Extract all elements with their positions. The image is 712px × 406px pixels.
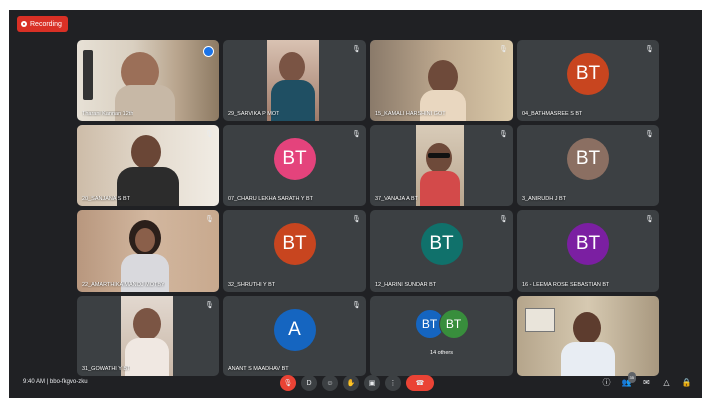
participant-name: 12_HARINI SUNDAR BT: [375, 282, 437, 288]
participant-video: [121, 296, 173, 376]
mic-muted-icon: 🎙: [499, 46, 508, 53]
participant-name: 04_BATHMASREE S BT: [522, 111, 583, 117]
mic-muted-icon: 🎙: [499, 131, 508, 138]
mic-muted-icon: 🎙: [645, 131, 654, 138]
participant-tile[interactable]: 🎙 31_GOWATHI Y BT: [77, 296, 219, 376]
participant-tile[interactable]: Tharani Kannan 12th: [77, 40, 219, 121]
others-tile[interactable]: BT BT 14 others: [370, 296, 513, 376]
participant-tile[interactable]: BT 🎙 3_ANIRUDH J BT: [517, 125, 659, 206]
participant-video: [267, 40, 319, 121]
participant-video: [77, 40, 219, 121]
present-icon[interactable]: ▣: [364, 375, 380, 391]
participant-name: Tharani Kannan 12th: [82, 111, 134, 117]
participant-tile[interactable]: BT 🎙 16 - LEEMA ROSE SEBASTIAN BT: [517, 210, 659, 292]
participant-tile[interactable]: 🎙 29_SARVIKA P MOT: [223, 40, 366, 121]
participant-video: [77, 210, 219, 292]
mic-muted-icon: 🎙: [499, 216, 508, 223]
participant-name: 37_VANAJA A BT: [375, 196, 419, 202]
others-avatars: BT BT: [414, 309, 469, 339]
host-controls-glyph: 🔒: [681, 378, 692, 387]
recording-label: Recording: [30, 20, 62, 28]
participant-name: 3_ANIRUDH J BT: [522, 196, 567, 202]
mic-muted-icon: 🎙: [205, 131, 214, 138]
participant-name: 22_AMARTHIKA MANOJ MOTBY: [82, 282, 165, 288]
participant-tile[interactable]: BT 🎙 04_BATHMASREE S BT: [517, 40, 659, 121]
participant-tile[interactable]: [517, 296, 659, 376]
raise-hand-icon[interactable]: ✋: [343, 375, 359, 391]
info-icon[interactable]: ⓘ: [601, 377, 612, 388]
participant-video: [517, 296, 659, 376]
leave-call-icon[interactable]: ☎: [406, 375, 434, 391]
mic-muted-icon: 🎙: [352, 131, 361, 138]
participant-tile[interactable]: BT 🎙 07_CHARU LEKHA SARATH Y BT: [223, 125, 366, 206]
participant-tile[interactable]: A 🎙 ANANT S MAADHAV BT: [223, 296, 366, 376]
recording-indicator: Recording: [17, 16, 68, 32]
people-icon[interactable]: 👥 35: [621, 372, 636, 388]
participant-name: 32_SHRUTHI Y BT: [228, 282, 276, 288]
participant-tile[interactable]: 🎙 37_VANAJA A BT: [370, 125, 513, 206]
side-panel-buttons: ⓘ 👥 35 ✉ △ 🔒: [601, 372, 692, 388]
mic-muted-icon: 🎙: [645, 216, 654, 223]
participant-count-badge: 35: [627, 372, 636, 383]
more-options-icon[interactable]: ⋮: [385, 375, 401, 391]
participant-avatar: BT: [567, 138, 609, 181]
mic-muted-icon: 🎙: [352, 302, 361, 309]
participant-avatar: BT: [438, 309, 469, 339]
participant-tile[interactable]: BT 🎙 32_SHRUTHI Y BT: [223, 210, 366, 292]
captions-icon[interactable]: D: [301, 375, 317, 391]
bottom-bar: 9:40 AM | bbo-fkgvo-zku 🎙 D ☺ ✋ ▣ ⋮ ☎ ⓘ …: [9, 368, 702, 398]
meeting-clock-and-code: 9:40 AM | bbo-fkgvo-zku: [23, 379, 88, 385]
participant-avatar: BT: [273, 223, 316, 266]
mic-muted-icon: 🎙: [352, 216, 361, 223]
participant-name: 29_SARVIKA P MOT: [228, 111, 280, 117]
participant-avatar: BT: [567, 53, 609, 96]
participant-name: 07_CHARU LEKHA SARATH Y BT: [228, 196, 313, 202]
info-glyph: ⓘ: [602, 378, 611, 387]
pinned-indicator: [203, 46, 214, 57]
mic-off-icon[interactable]: 🎙: [280, 375, 296, 391]
participant-avatar: A: [273, 308, 316, 351]
others-count: 14 others: [430, 349, 453, 356]
participant-name: 15_KAMALI HARSHINI GOT: [375, 111, 446, 117]
participant-name: 20_SANJANA S BT: [82, 196, 130, 202]
mic-muted-icon: 🎙: [205, 216, 214, 223]
host-controls-icon[interactable]: 🔒: [681, 377, 692, 388]
chat-glyph: ✉: [643, 378, 650, 387]
participant-avatar: BT: [567, 223, 609, 266]
mic-muted-icon: 🎙: [352, 46, 361, 53]
emoji-icon[interactable]: ☺: [322, 375, 338, 391]
chat-icon[interactable]: ✉: [641, 377, 652, 388]
participant-tile[interactable]: 🎙 20_SANJANA S BT: [77, 125, 219, 206]
call-controls: 🎙 D ☺ ✋ ▣ ⋮ ☎: [280, 375, 434, 391]
activities-glyph: △: [663, 378, 670, 387]
participant-tile[interactable]: 🎙 22_AMARTHIKA MANOJ MOTBY: [77, 210, 219, 292]
mic-muted-icon: 🎙: [645, 46, 654, 53]
meeting-window: Recording Tharani Kannan 12th 🎙 29_SARVI…: [9, 10, 702, 398]
participant-video: [370, 40, 513, 121]
participant-video: [77, 125, 219, 206]
mic-muted-icon: 🎙: [205, 302, 214, 309]
activities-icon[interactable]: △: [661, 377, 672, 388]
participant-avatar: BT: [273, 138, 316, 181]
participant-avatar: BT: [420, 223, 463, 266]
participant-tile[interactable]: 🎙 15_KAMALI HARSHINI GOT: [370, 40, 513, 121]
record-icon: [21, 21, 27, 27]
participant-video: [416, 125, 464, 206]
participant-name: 16 - LEEMA ROSE SEBASTIAN BT: [522, 282, 610, 288]
participant-tile[interactable]: BT 🎙 12_HARINI SUNDAR BT: [370, 210, 513, 292]
